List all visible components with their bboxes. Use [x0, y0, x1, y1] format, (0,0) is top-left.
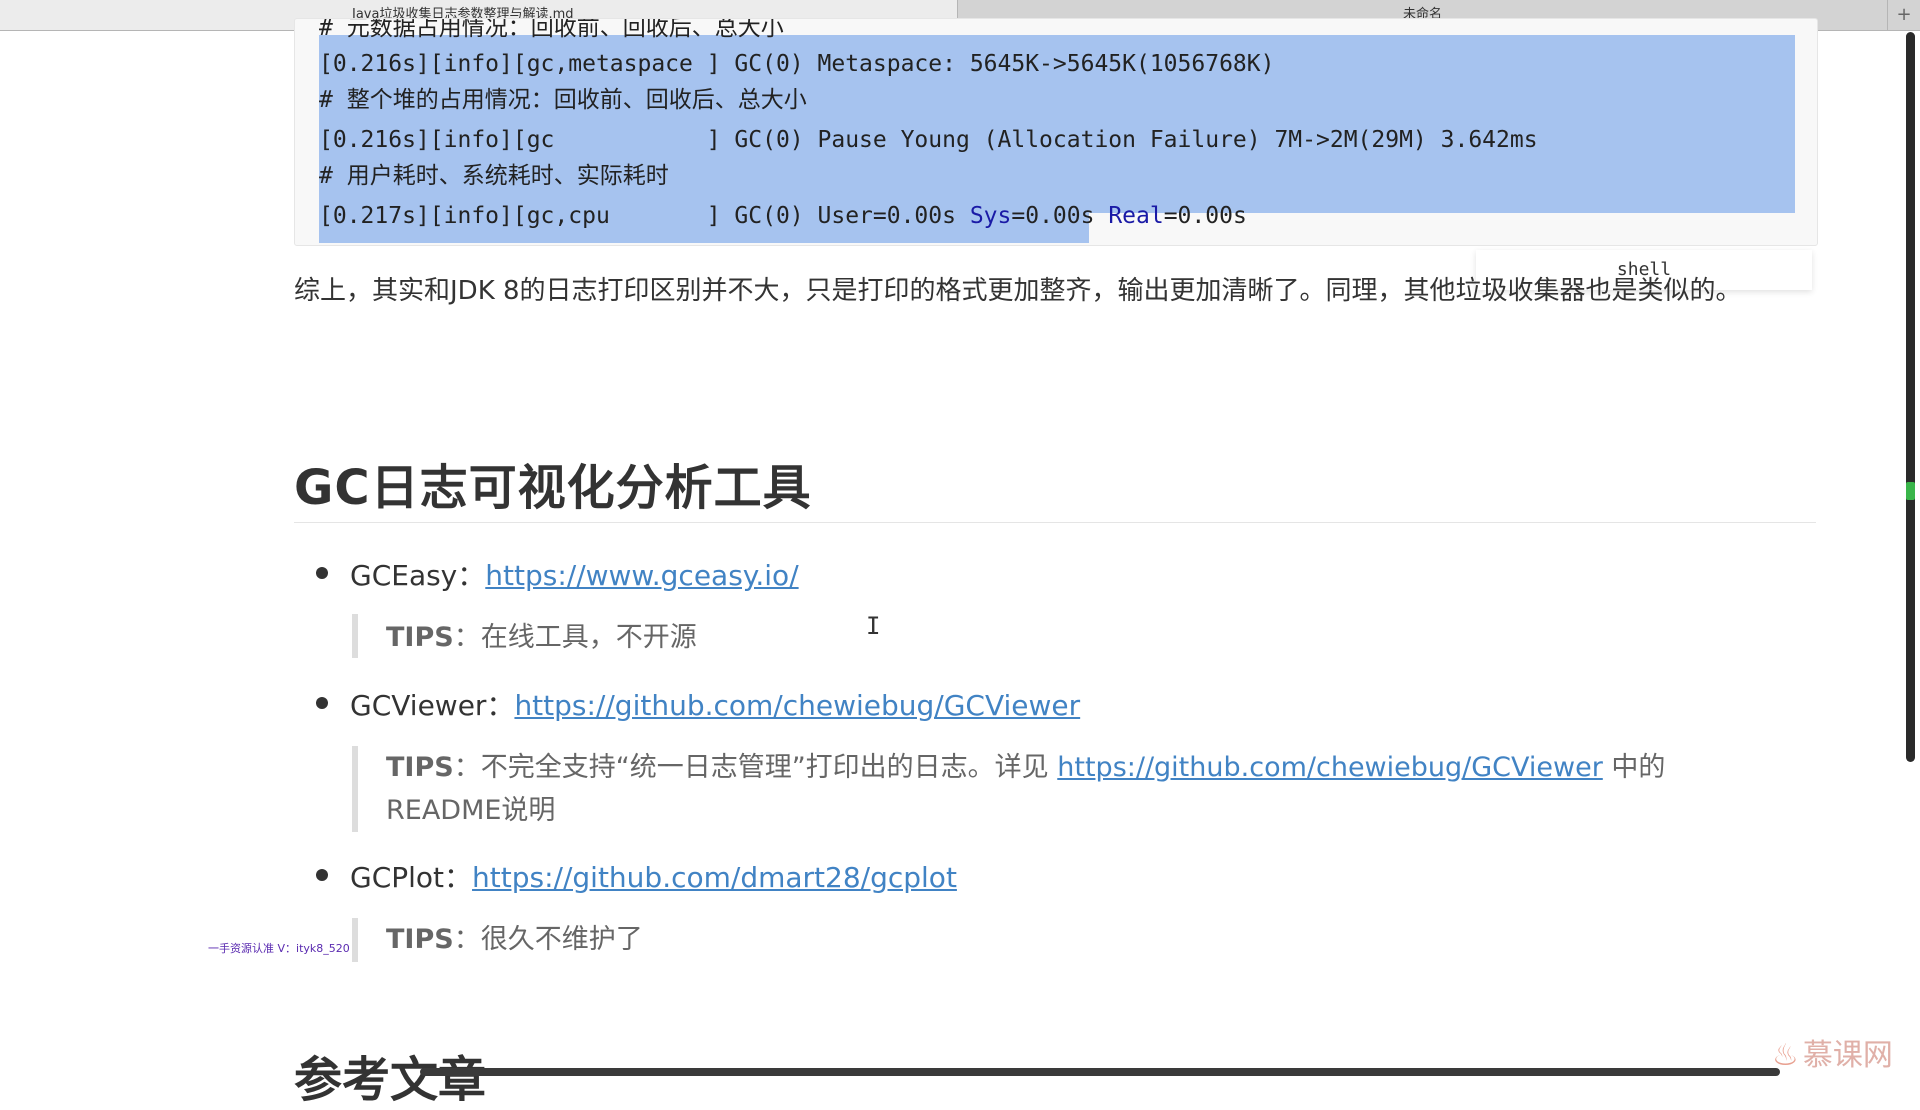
code-comment-line: # 整个堆的占用情况：回收前、回收后、总大小: [319, 87, 807, 113]
bullet-icon: [316, 869, 328, 881]
brand-name: 慕课网: [1802, 1038, 1893, 1073]
bullet-icon: [316, 567, 328, 579]
tips-label: TIPS: [386, 622, 454, 653]
tool-name: GCViewer：: [350, 689, 515, 722]
gcplot-link[interactable]: https://github.com/dmart28/gcplot: [472, 861, 957, 894]
code-text: =0.00s: [1163, 203, 1247, 229]
tips-quote-bar: [352, 614, 358, 658]
tips-quote-bar: [352, 746, 358, 832]
tips-label: TIPS: [386, 924, 454, 955]
vertical-scrollbar-thumb[interactable]: [1906, 32, 1915, 762]
code-log-line: [0.217s][info][gc,cpu ] GC(0) User=0.00s…: [319, 199, 1247, 233]
code-log-line: [0.216s][info][gc ] GC(0) Pause Young (A…: [319, 127, 1538, 153]
code-log-line: [0.216s][info][gc,metaspace ] GC(0) Meta…: [319, 51, 1275, 77]
gceasy-link[interactable]: https://www.gceasy.io/: [485, 559, 798, 592]
summary-paragraph: 综上，其实和JDK 8的日志打印区别并不大，只是打印的格式更加整齐，输出更加清晰…: [294, 276, 1742, 306]
code-comment-line: # 元数据占用情况：回收前、回收后、总大小: [319, 18, 784, 41]
tips-line2: README说明: [386, 795, 556, 826]
code-comment-line: # 用户耗时、系统耗时、实际耗时: [319, 163, 669, 189]
code-keyword-sys: Sys: [969, 203, 1012, 229]
tool-name: GCPlot：: [350, 861, 473, 894]
gcviewer-readme-link[interactable]: https://github.com/chewiebug/GCViewer: [1057, 752, 1603, 783]
horizontal-scrollbar-thumb[interactable]: [420, 1068, 1780, 1076]
code-block[interactable]: # 元数据占用情况：回收前、回收后、总大小 [0.216s][info][gc,…: [294, 18, 1818, 246]
tips-text: ：很久不维护了: [453, 924, 643, 955]
tips-tail: 中的: [1602, 752, 1666, 783]
tips-text: ：不完全支持“统一日志管理”打印出的日志。详见: [453, 752, 1058, 783]
tool-name: GCEasy：: [350, 559, 486, 592]
code-text: =0.00s: [1011, 203, 1109, 229]
tips-quote-bar: [352, 918, 358, 962]
flame-icon: ♨: [1772, 1038, 1799, 1073]
tips-gceasy: TIPS：在线工具，不开源: [386, 616, 697, 659]
tips-text: ：在线工具，不开源: [453, 622, 697, 653]
code-keyword-real: Real: [1108, 203, 1164, 229]
gcviewer-link[interactable]: https://github.com/chewiebug/GCViewer: [514, 689, 1080, 722]
new-tab-button[interactable]: +: [1888, 0, 1920, 30]
watermark-text: 一手资源认准 V：ityk8_520: [208, 942, 350, 955]
tips-label: TIPS: [386, 752, 454, 783]
tips-gcplot: TIPS：很久不维护了: [386, 918, 643, 961]
tips-gcviewer: TIPS：不完全支持“统一日志管理”打印出的日志。详见 https://gith…: [386, 746, 1806, 832]
list-item-gcplot: GCPlot：https://github.com/dmart28/gcplot: [350, 856, 957, 896]
text-cursor-icon: I: [866, 612, 881, 640]
section-heading: GC日志可视化分析工具: [294, 460, 812, 516]
heading-divider: [294, 522, 1816, 523]
list-item-gceasy: GCEasy：https://www.gceasy.io/: [350, 554, 799, 594]
brand-logo: ♨ 慕课网: [1772, 1030, 1912, 1074]
code-text: [0.217s][info][gc,cpu ] GC(0) User=0.00s: [319, 203, 970, 229]
scroll-position-marker: [1906, 482, 1915, 500]
bullet-icon: [316, 697, 328, 709]
list-item-gcviewer: GCViewer：https://github.com/chewiebug/GC…: [350, 684, 1080, 724]
